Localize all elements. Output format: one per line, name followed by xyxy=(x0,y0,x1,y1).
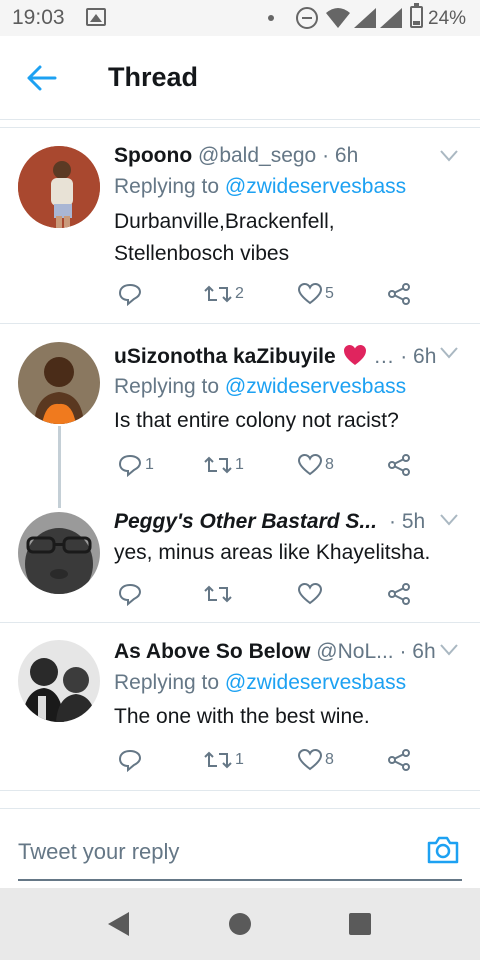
reply-button[interactable]: 1 xyxy=(118,453,154,477)
retweet-icon xyxy=(204,751,232,769)
tweet-time: · 5h xyxy=(389,510,426,533)
retweet-count: 2 xyxy=(235,285,244,302)
like-count: 8 xyxy=(325,456,334,473)
tweet-time: · 6h xyxy=(399,640,436,663)
heart-icon xyxy=(298,454,322,476)
camera-icon[interactable] xyxy=(426,835,460,865)
divider xyxy=(0,622,480,623)
thread-header: Thread xyxy=(0,36,480,120)
image-notification-icon xyxy=(86,8,106,26)
reply-count: 1 xyxy=(145,456,154,473)
nav-home-icon[interactable] xyxy=(229,913,251,935)
like-button[interactable]: 8 xyxy=(298,749,334,771)
avatar[interactable] xyxy=(18,146,100,228)
tweet-author-handle[interactable]: @bald_sego xyxy=(198,144,316,167)
share-icon xyxy=(388,283,410,305)
retweet-count: 1 xyxy=(235,456,244,473)
tweet-time: · 6h xyxy=(322,144,359,167)
heart-icon xyxy=(298,583,322,605)
reply-icon xyxy=(118,749,142,772)
avatar[interactable] xyxy=(18,512,100,594)
reply-input-underline xyxy=(18,879,462,881)
wifi-icon xyxy=(326,8,350,28)
reply-composer[interactable]: Tweet your reply xyxy=(0,808,480,888)
battery-icon xyxy=(410,3,423,28)
heart-icon xyxy=(298,749,322,771)
divider xyxy=(0,127,480,128)
like-button[interactable]: 8 xyxy=(298,454,334,476)
nav-back-icon[interactable] xyxy=(108,912,129,936)
like-count: 8 xyxy=(325,751,334,768)
replying-to-handle[interactable]: @zwideservesbass xyxy=(225,671,406,694)
replying-to-handle[interactable]: @zwideservesbass xyxy=(225,375,406,398)
replying-to: Replying to @zwideservesbass xyxy=(114,671,407,694)
do-not-disturb-icon xyxy=(296,7,318,29)
thread-connector-line xyxy=(58,426,61,508)
heart-icon xyxy=(298,283,322,305)
tweet-author-name-truncation: … xyxy=(373,345,395,368)
reply-button[interactable] xyxy=(118,582,142,606)
chevron-down-icon[interactable] xyxy=(440,514,458,526)
reply-input[interactable]: Tweet your reply xyxy=(18,839,179,865)
avatar[interactable] xyxy=(18,342,100,424)
tweet-text: The one with the best wine. xyxy=(114,705,370,728)
share-button[interactable] xyxy=(387,582,411,606)
tweet-text: Durbanville,Brackenfell, Stellenbosch vi… xyxy=(114,210,335,265)
retweet-icon xyxy=(204,585,232,603)
tweet-author-name[interactable]: As Above So Below xyxy=(114,640,310,663)
avatar[interactable] xyxy=(18,640,100,722)
tweet-author-handle[interactable]: @NoL... xyxy=(316,640,393,663)
chevron-down-icon[interactable] xyxy=(440,644,458,656)
tweet-author-name[interactable]: Peggy's Other Bastard S... xyxy=(114,510,377,533)
signal-icon xyxy=(380,8,402,28)
divider xyxy=(0,790,480,791)
replying-to: Replying to @zwideservesbass xyxy=(114,175,407,198)
tweet-time: · 6h xyxy=(400,345,437,368)
red-heart-emoji-icon xyxy=(343,345,366,365)
battery-percent: 24% xyxy=(428,8,467,29)
android-nav-bar xyxy=(0,888,480,960)
reply-icon xyxy=(118,583,142,606)
status-time: 19:03 xyxy=(12,6,65,29)
retweet-button[interactable]: 1 xyxy=(204,749,244,771)
reply-icon xyxy=(118,454,142,477)
page-title: Thread xyxy=(108,62,199,92)
retweet-icon xyxy=(204,456,232,474)
retweet-count: 1 xyxy=(235,751,244,768)
share-icon xyxy=(388,454,410,476)
like-button[interactable] xyxy=(298,583,322,605)
reply-button[interactable] xyxy=(118,748,142,772)
retweet-icon xyxy=(204,285,232,303)
tweet-text: Is that entire colony not racist? xyxy=(114,409,399,432)
share-button[interactable] xyxy=(387,748,411,772)
like-button[interactable]: 5 xyxy=(298,283,334,305)
nav-recents-icon[interactable] xyxy=(349,913,371,935)
reply-icon xyxy=(118,283,142,306)
chevron-down-icon[interactable] xyxy=(440,347,458,359)
notification-dot-icon xyxy=(268,15,274,21)
status-bar: 19:03 24% xyxy=(0,0,480,36)
tweet-author-name[interactable]: Spoono xyxy=(114,144,192,167)
retweet-button[interactable]: 2 xyxy=(204,283,244,305)
replying-to-handle[interactable]: @zwideservesbass xyxy=(225,175,406,198)
share-icon xyxy=(388,583,410,605)
share-button[interactable] xyxy=(387,453,411,477)
tweet-text: yes, minus areas like Khayelitsha. xyxy=(114,541,431,564)
divider xyxy=(0,323,480,324)
tweet-author-name[interactable]: uSizonotha kaZibuyile xyxy=(114,345,336,368)
share-icon xyxy=(388,749,410,771)
like-count: 5 xyxy=(325,285,334,302)
retweet-button[interactable] xyxy=(204,583,232,605)
reply-button[interactable] xyxy=(118,282,142,306)
signal-icon xyxy=(354,8,376,28)
retweet-button[interactable]: 1 xyxy=(204,454,244,476)
arrow-left-icon[interactable] xyxy=(26,64,58,92)
share-button[interactable] xyxy=(387,282,411,306)
replying-to: Replying to @zwideservesbass xyxy=(114,375,407,398)
chevron-down-icon[interactable] xyxy=(440,150,458,162)
